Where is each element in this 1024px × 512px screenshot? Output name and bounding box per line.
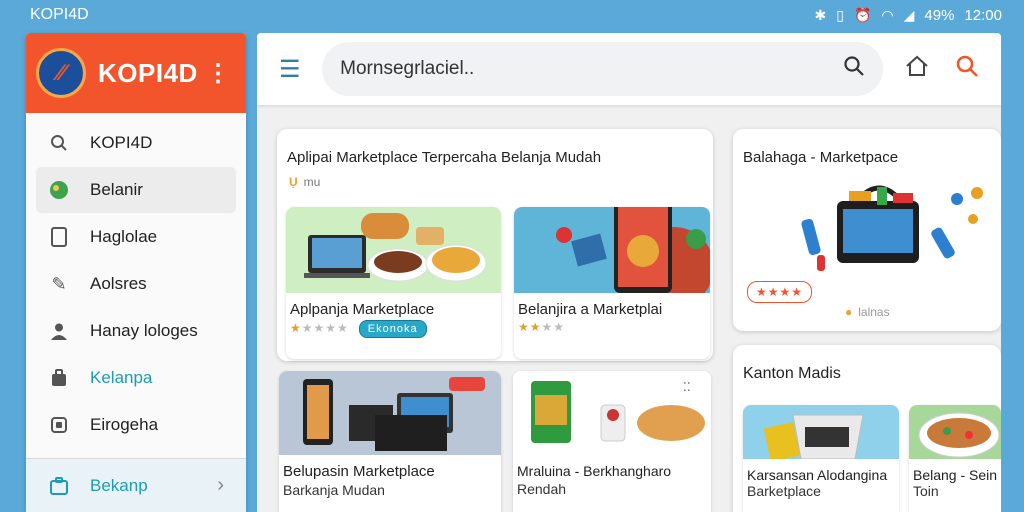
product-card[interactable]: Belupasin Marketplace Barkanja Mudan (279, 371, 501, 512)
product-subtitle: Barkanja Mudan (283, 482, 385, 498)
product-title: Belanjira a Marketplai (518, 301, 663, 318)
rating-tag: ★★★★ (747, 281, 813, 303)
sidebar-list: KOPI4D Belanir Haglolae ✎ Aolsres Hanay … (26, 113, 246, 448)
battery-level: 49% (924, 6, 955, 24)
sidebar-item-label: KOPI4D (90, 133, 153, 152)
product-card[interactable]: Aplpanja Marketplace ★★★★★ Ekonoka (286, 207, 501, 359)
sidebar-item-label: Aolsres (90, 274, 147, 293)
rating-stars: ★★★★★ Ekonoka (286, 320, 501, 338)
promo-meta: ● lalnas (845, 305, 890, 319)
briefcase-icon (48, 475, 70, 497)
rating-stars: ★★★★ (518, 320, 566, 334)
sidebar-item-label: Belanir (90, 180, 143, 199)
search-icon (48, 132, 70, 154)
category-card[interactable]: Kanton Madis Karsansan Alodangina Barket… (733, 345, 1001, 512)
vibrate-icon: ▯ (836, 6, 844, 23)
brand-name: KOPI4D (98, 57, 198, 88)
sidebar-item-label: Eirogeha (90, 415, 159, 434)
sidebar-item-aolsres[interactable]: ✎ Aolsres (36, 261, 236, 307)
product-card[interactable]: Karsansan Alodangina Barketplace (743, 405, 899, 512)
globe-icon (48, 179, 70, 201)
tag-icon: Ụ (289, 175, 298, 189)
bluetooth-icon: ✱ (814, 6, 827, 23)
product-subtitle: Toin (913, 483, 939, 499)
sidebar-item-search[interactable]: KOPI4D (36, 120, 236, 166)
product-image: ⁚⁚ (513, 371, 711, 455)
product-card[interactable]: ⁚⁚ Mraluina - Berkhangharo Rendah (513, 371, 711, 512)
document-icon (48, 414, 70, 436)
sidebar-item-label: Kelanpa (90, 368, 153, 387)
home-icon[interactable] (905, 55, 929, 83)
pencil-icon: ✎ (51, 273, 67, 294)
top-bar: ☰ Mornsegrlaciel.. (257, 33, 1001, 105)
tablet-icon (48, 226, 70, 248)
promo-card[interactable]: Balahaga - Marketpace ★★★★ ● lalnas (733, 129, 1001, 331)
feature-card[interactable]: Aplipai Marketplace Terpercaha Belanja M… (277, 129, 713, 361)
sidebar-item-eirogeha[interactable]: Eirogeha (36, 402, 236, 448)
status-bar: KOPI4D ✱ ▯ ⏰ ◠ ◢ 49% 12:00 (0, 0, 1024, 30)
bag-icon (48, 367, 70, 389)
promo-image (801, 185, 983, 271)
search-icon[interactable] (843, 55, 865, 83)
product-image (743, 405, 899, 462)
sidebar-item-kelanpa[interactable]: Kelanpa (36, 355, 236, 401)
sidebar-footer-item[interactable]: Bekanp › (26, 458, 246, 512)
menu-icon[interactable]: ☰ (279, 55, 308, 84)
feature-card-title: Aplipai Marketplace Terpercaha Belanja M… (287, 149, 602, 166)
sidebar-footer-label: Bekanp (90, 475, 148, 495)
product-title: Aplpanja Marketplace (290, 301, 435, 318)
sidebar-header: ⁄⁄ KOPI4D ⋮ (26, 33, 246, 113)
sidebar-item-label: Haglolae (90, 227, 158, 246)
app-logo[interactable]: ⁄⁄ (36, 48, 86, 98)
promo-card-title: Balahaga - Marketpace (743, 149, 899, 166)
product-image (286, 207, 501, 293)
product-image (279, 371, 501, 455)
product-title: Mraluina - Berkhangharo (517, 463, 672, 479)
feature-card-meta: Ụmu (289, 175, 320, 189)
signal-icon: ◢ (903, 6, 915, 23)
search-icon[interactable] (955, 54, 979, 84)
search-input[interactable]: Mornsegrlaciel.. (340, 58, 474, 80)
product-image (514, 207, 710, 307)
product-image (909, 405, 1001, 459)
svg-text:⁚⁚: ⁚⁚ (683, 380, 691, 394)
product-card[interactable]: Belanjira a Marketplai ★★★★ (514, 207, 710, 359)
clock: 12:00 (964, 6, 1002, 24)
alarm-icon: ⏰ (853, 6, 872, 23)
product-title: Belupasin Marketplace (283, 463, 435, 480)
product-subtitle: Rendah (517, 481, 567, 497)
status-app-label: KOPI4D (30, 6, 89, 23)
wifi-icon: ◠ (881, 6, 894, 23)
product-title: Belang - Sein (913, 467, 998, 483)
feature-card-meta-text: mu (303, 175, 321, 189)
product-card[interactable]: Belang - Sein Toin (909, 405, 1001, 512)
product-title: Karsansan Alodangina (747, 467, 888, 483)
sidebar: ⁄⁄ KOPI4D ⋮ KOPI4D Belanir Haglolae ✎ Ao… (26, 33, 246, 512)
promo-meta-text: lalnas (858, 305, 890, 319)
status-icons: ✱ ▯ ⏰ ◠ ◢ 49% 12:00 (815, 7, 1002, 24)
chevron-right-icon: › (217, 474, 224, 496)
more-vert-icon[interactable]: ⋮ (206, 59, 236, 88)
user-icon (48, 320, 70, 342)
sidebar-item-label: Hanay lologes (90, 321, 198, 340)
category-card-title: Kanton Madis (743, 365, 841, 382)
product-badge: Ekonoka (358, 320, 427, 338)
sidebar-item-belanir[interactable]: Belanir (36, 167, 236, 213)
search-bar[interactable]: Mornsegrlaciel.. (322, 42, 883, 96)
sidebar-item-hanay[interactable]: Hanay lologes (36, 308, 236, 354)
sidebar-item-haglolae[interactable]: Haglolae (36, 214, 236, 260)
main-panel: ☰ Mornsegrlaciel.. Aplipai Marketplace T… (257, 33, 1001, 512)
product-subtitle: Barketplace (747, 483, 821, 499)
